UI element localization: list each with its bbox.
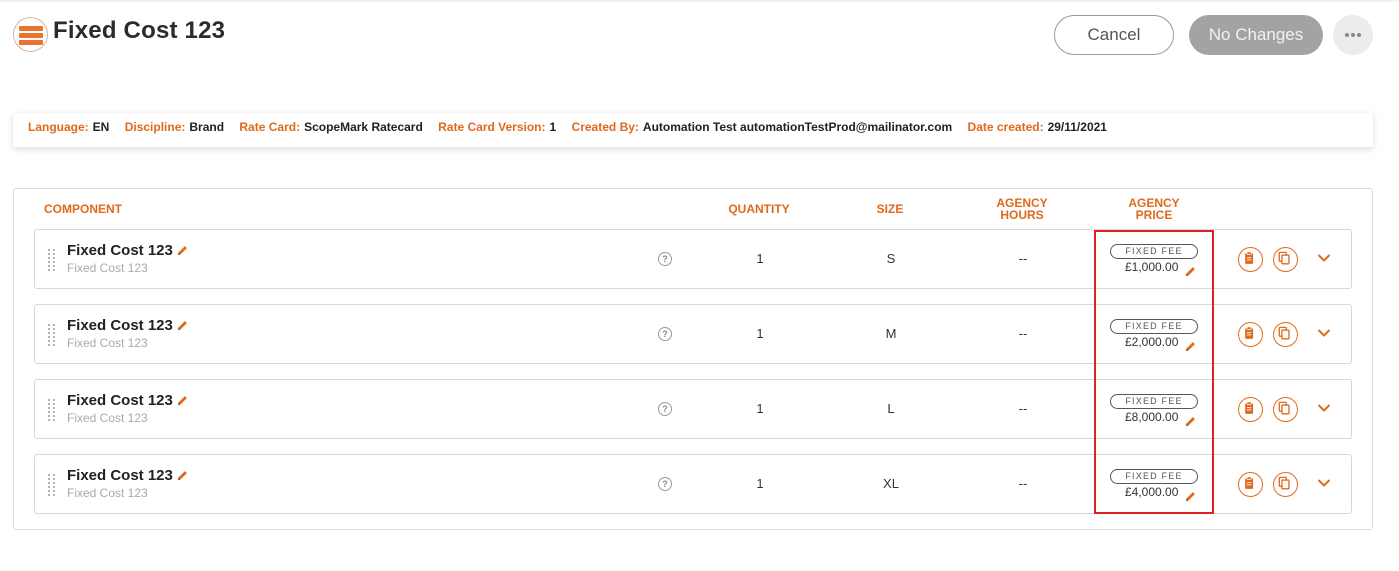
more-options-button[interactable] <box>1333 15 1373 55</box>
top-divider <box>0 0 1399 2</box>
clipboard-icon[interactable] <box>1238 247 1263 272</box>
meta-date-created: Date created: 29/11/2021 <box>967 120 1107 134</box>
drag-handle-icon[interactable] <box>48 399 56 421</box>
clipboard-icon[interactable] <box>1238 322 1263 347</box>
agency-hours-value: -- <box>1018 476 1028 491</box>
edit-pencil-icon[interactable] <box>177 243 188 256</box>
meta-rate-card: Rate Card: ScopeMark Ratecard <box>239 120 423 134</box>
drag-handle-icon[interactable] <box>48 474 56 496</box>
duplicate-icon[interactable] <box>1273 397 1298 422</box>
header-quantity: QUANTITY <box>728 202 790 216</box>
agency-hours-value: -- <box>1018 401 1028 416</box>
clipboard-icon[interactable] <box>1238 397 1263 422</box>
chevron-down-icon[interactable] <box>1316 475 1332 491</box>
component-subtitle: Fixed Cost 123 <box>67 486 148 500</box>
clipboard-icon[interactable] <box>1238 472 1263 497</box>
header-agency-hours: AGENCY HOURS <box>996 196 1048 222</box>
quantity-value: 1 <box>756 401 764 416</box>
meta-discipline: Discipline: Brand <box>124 120 225 134</box>
size-value: S <box>886 251 896 266</box>
size-value: L <box>887 401 895 416</box>
component-name: Fixed Cost 123 <box>67 242 188 259</box>
meta-language: Language: EN <box>28 120 110 134</box>
header-component: COMPONENT <box>44 202 122 216</box>
help-icon[interactable]: ? <box>658 327 672 341</box>
size-value: M <box>885 326 897 341</box>
component-subtitle: Fixed Cost 123 <box>67 261 148 275</box>
metadata-bar: Language: EN Discipline: Brand Rate Card: S… <box>13 113 1373 147</box>
duplicate-icon[interactable] <box>1273 472 1298 497</box>
duplicate-icon[interactable] <box>1273 322 1298 347</box>
agency-hours-value: -- <box>1018 251 1028 266</box>
help-icon[interactable]: ? <box>658 477 672 491</box>
component-name: Fixed Cost 123 <box>67 392 188 409</box>
agency-price-highlight <box>1094 230 1214 514</box>
more-horizontal-icon <box>1345 33 1349 37</box>
help-icon[interactable]: ? <box>658 252 672 266</box>
meta-rate-card-version: Rate Card Version: 1 <box>438 120 557 134</box>
header-size: SIZE <box>876 202 904 216</box>
duplicate-icon[interactable] <box>1273 247 1298 272</box>
quantity-value: 1 <box>756 476 764 491</box>
chevron-down-icon[interactable] <box>1316 325 1332 341</box>
quantity-value: 1 <box>756 326 764 341</box>
component-subtitle: Fixed Cost 123 <box>67 411 148 425</box>
agency-hours-value: -- <box>1018 326 1028 341</box>
component-name: Fixed Cost 123 <box>67 467 188 484</box>
edit-pencil-icon[interactable] <box>177 318 188 331</box>
chevron-down-icon[interactable] <box>1316 400 1332 416</box>
meta-created-by: Created By: Automation Test automationTes… <box>571 120 953 134</box>
size-value: XL <box>883 476 899 491</box>
drag-handle-icon[interactable] <box>48 249 56 271</box>
component-name: Fixed Cost 123 <box>67 317 188 334</box>
drag-handle-icon[interactable] <box>48 324 56 346</box>
chevron-down-icon[interactable] <box>1316 250 1332 266</box>
no-changes-button[interactable]: No Changes <box>1189 15 1323 55</box>
component-subtitle: Fixed Cost 123 <box>67 336 148 350</box>
header-agency-price: AGENCY PRICE <box>1128 196 1180 222</box>
quantity-value: 1 <box>756 251 764 266</box>
edit-pencil-icon[interactable] <box>177 393 188 406</box>
page-title: Fixed Cost 123 <box>53 17 226 44</box>
edit-pencil-icon[interactable] <box>177 468 188 481</box>
help-icon[interactable]: ? <box>658 402 672 416</box>
cancel-button[interactable]: Cancel <box>1054 15 1174 55</box>
component-logo-icon <box>13 17 48 52</box>
